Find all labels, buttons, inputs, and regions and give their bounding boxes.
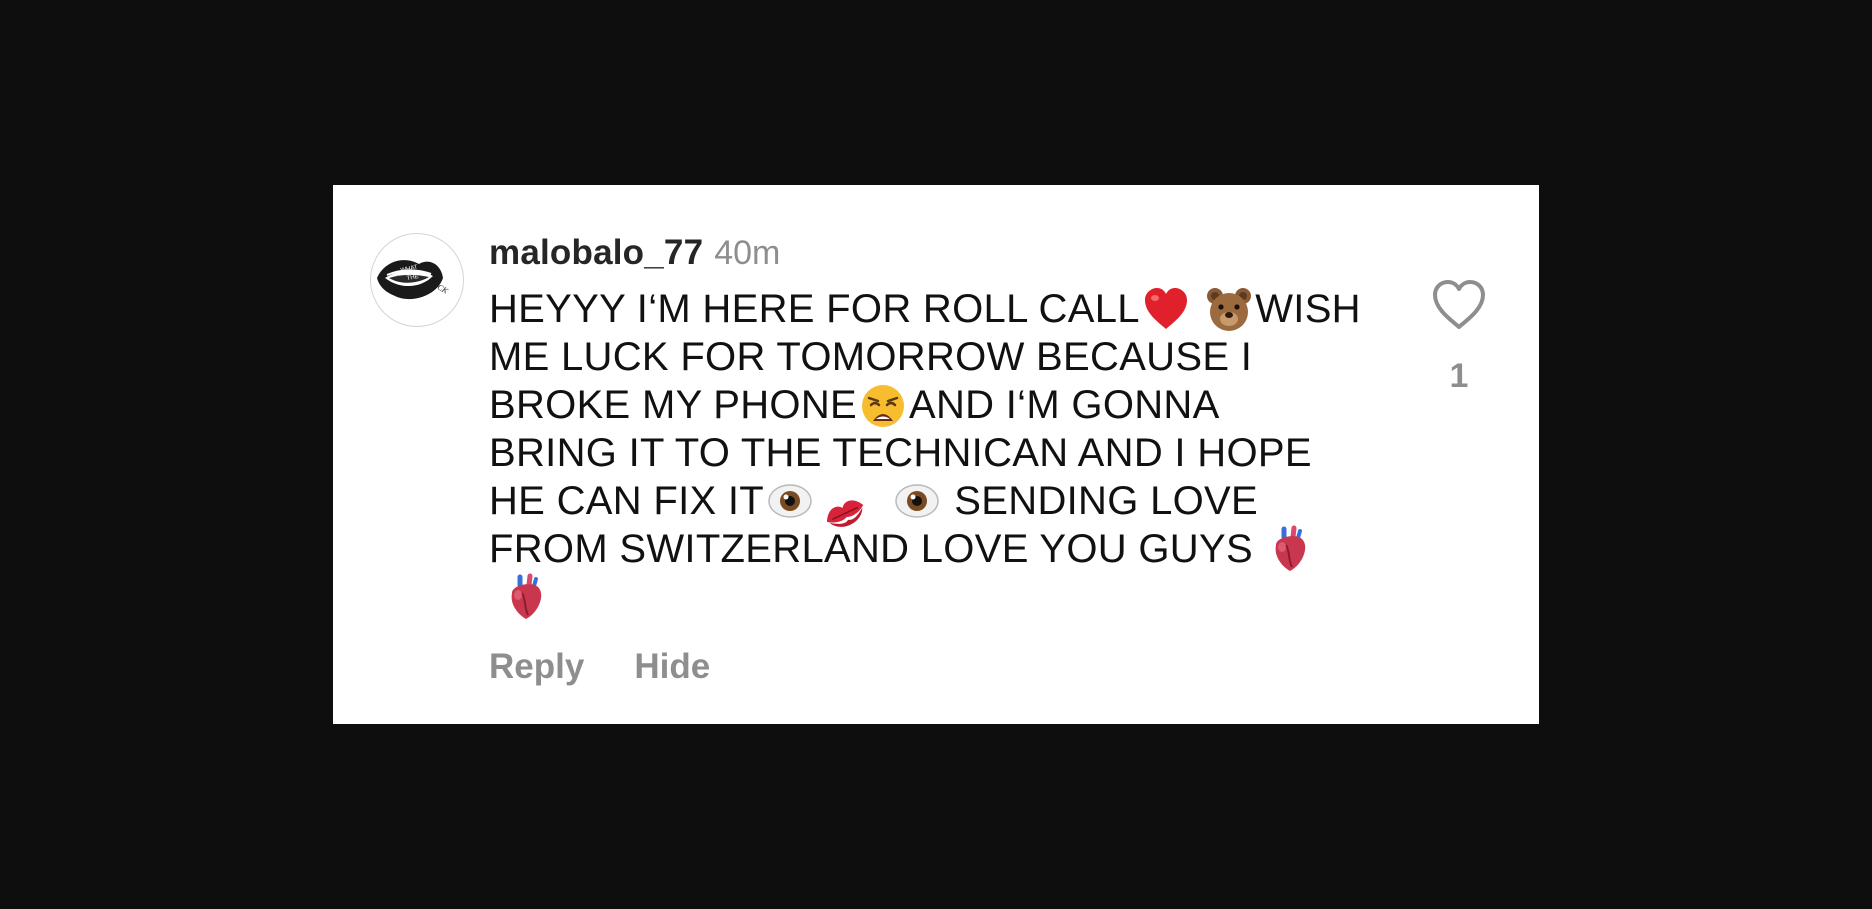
kiss-mark-emoji	[827, 477, 879, 527]
comment-text-segment	[1192, 287, 1203, 331]
reply-button[interactable]: Reply	[489, 647, 584, 687]
comment-time: 40m	[714, 234, 781, 272]
comment-text-segment	[879, 479, 890, 523]
comment-text-segment: BROKE MY PHONE	[489, 383, 857, 427]
like-count: 1	[1449, 357, 1469, 395]
bear-emoji	[1203, 285, 1255, 333]
comment-text-segment: AND I‘M GONNA	[909, 383, 1220, 427]
comment-line: ME LUCK FOR TOMORROW BECAUSE I	[489, 333, 1389, 381]
comment-text-segment: FROM SWITZERLAND LOVE YOU GUYS	[489, 527, 1265, 571]
red-heart-emoji	[1140, 285, 1192, 333]
heart-outline-icon	[1433, 280, 1485, 329]
eye-emoji	[891, 477, 943, 525]
anatomical-heart-emoji	[500, 573, 552, 621]
avatar[interactable]: WHAT THE F*CK	[370, 233, 464, 327]
hide-button[interactable]: Hide	[634, 647, 710, 687]
weary-face-emoji	[857, 381, 909, 429]
anatomical-heart-emoji	[1264, 525, 1316, 573]
comment-text-segment: WISH	[1255, 287, 1361, 331]
comment-text-segment: ME LUCK FOR TOMORROW BECAUSE I	[489, 335, 1253, 379]
comment-text-segment: HE CAN FIX IT	[489, 479, 765, 523]
lips-avatar-icon: WHAT THE F*CK	[377, 260, 450, 300]
comment-line: BROKE MY PHONE AND I‘M GONNA	[489, 381, 1389, 429]
comment-text: HEYYY I‘M HERE FOR ROLL CALL WISH ME LUCK…	[489, 285, 1389, 621]
comment-text-segment: HEYYY I‘M HERE FOR ROLL CALL	[489, 287, 1140, 331]
comment-text-segment: SENDING LOVE	[942, 479, 1258, 523]
comment-card: WHAT THE F*CK malobalo_77 40m HEYYY I‘M …	[333, 185, 1539, 724]
comment-line: HEYYY I‘M HERE FOR ROLL CALL WISH	[489, 285, 1389, 333]
comment-meta: malobalo_77 40m	[489, 233, 780, 277]
comment-line	[489, 573, 1389, 621]
comment-text-segment: BRING IT TO THE TECHNICAN AND I HOPE	[489, 431, 1312, 475]
comment-actions: Reply Hide	[489, 647, 710, 687]
comment-line: HE CAN FIX IT SENDING LOVE	[489, 477, 1389, 527]
eye-emoji	[764, 477, 816, 525]
comment-line: FROM SWITZERLAND LOVE YOU GUYS	[489, 525, 1389, 573]
comment-text-segment	[489, 575, 500, 619]
comment-line: BRING IT TO THE TECHNICAN AND I HOPE	[489, 429, 1389, 477]
like-button[interactable]	[1429, 277, 1489, 333]
username-link[interactable]: malobalo_77	[489, 233, 703, 273]
